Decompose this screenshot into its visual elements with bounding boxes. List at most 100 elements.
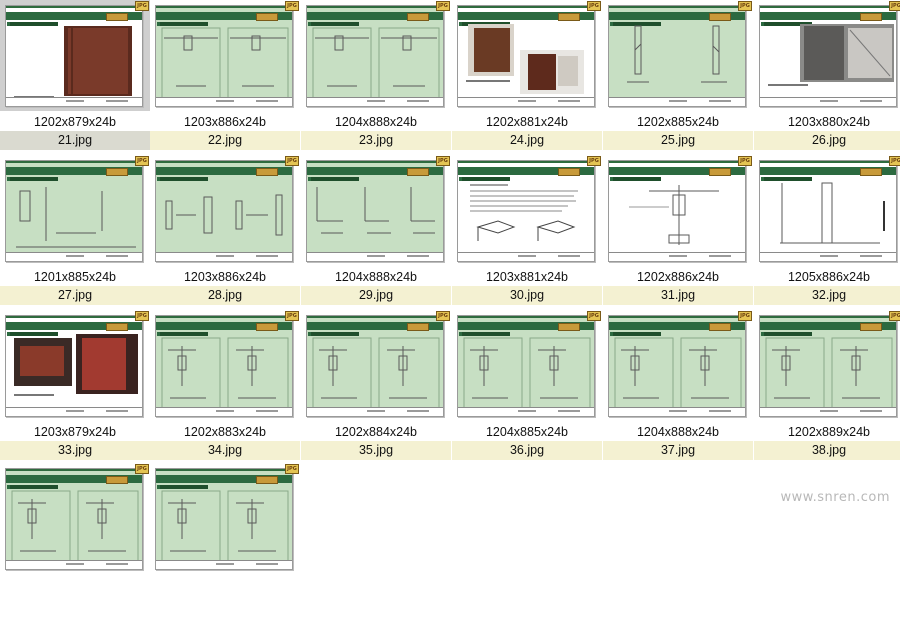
slide-preview <box>5 315 143 417</box>
image-dimensions: 1202x881x24b <box>485 115 569 129</box>
thumbnail-item[interactable]: JPG <box>150 463 300 618</box>
image-dimensions: 1202x889x24b <box>787 425 871 439</box>
image-dimensions: 1204x888x24b <box>334 115 418 129</box>
image-dimensions: 1204x885x24b <box>485 425 569 439</box>
file-name: 35.jpg <box>301 441 451 460</box>
slide-preview <box>155 315 293 417</box>
thumbnail-item[interactable]: JPG 1204x885x24b 36.jpg <box>452 310 602 465</box>
file-name: 21.jpg <box>0 131 150 150</box>
image-dimensions: 1204x888x24b <box>334 270 418 284</box>
thumbnail-item[interactable]: JPG 1204x888x24b 29.jpg <box>301 155 451 310</box>
slide-preview <box>5 5 143 107</box>
image-dimensions: 1202x884x24b <box>334 425 418 439</box>
thumbnail-image-area[interactable]: JPG <box>150 463 300 574</box>
jpg-file-icon: JPG <box>738 156 752 166</box>
file-name: 23.jpg <box>301 131 451 150</box>
thumbnail-image-area[interactable]: JPG <box>0 310 150 421</box>
thumbnail-image-area[interactable]: JPG <box>0 463 150 574</box>
thumbnail-image-area[interactable]: JPG <box>0 0 150 111</box>
jpg-file-icon: JPG <box>587 156 601 166</box>
thumbnail-image-area[interactable]: JPG <box>452 0 602 111</box>
thumbnail-image-area[interactable]: JPG <box>150 155 300 266</box>
jpg-file-icon: JPG <box>135 1 149 11</box>
thumbnail-image-area[interactable]: JPG <box>754 155 900 266</box>
thumbnail-image-area[interactable]: JPG <box>452 310 602 421</box>
file-name: 25.jpg <box>603 131 753 150</box>
file-name: 24.jpg <box>452 131 602 150</box>
thumbnail-image-area[interactable]: JPG <box>150 310 300 421</box>
slide-preview <box>155 468 293 570</box>
image-dimensions: 1202x879x24b <box>33 115 117 129</box>
file-name: 34.jpg <box>150 441 300 460</box>
thumbnail-image-area[interactable]: JPG <box>301 310 451 421</box>
thumbnail-item[interactable]: JPG 1203x886x24b 22.jpg <box>150 0 300 155</box>
file-name: 29.jpg <box>301 286 451 305</box>
thumbnail-item[interactable]: JPG 1202x879x24b 21.jpg <box>0 0 150 155</box>
jpg-file-icon: JPG <box>285 156 299 166</box>
thumbnail-image-area[interactable]: JPG <box>603 0 753 111</box>
thumbnail-item[interactable]: JPG 1202x883x24b 34.jpg <box>150 310 300 465</box>
jpg-file-icon: JPG <box>436 311 450 321</box>
slide-preview <box>608 5 746 107</box>
slide-preview <box>759 315 897 417</box>
thumbnail-item[interactable]: JPG 1202x881x24b 24.jpg <box>452 0 602 155</box>
jpg-file-icon: JPG <box>889 1 900 11</box>
thumbnail-image-area[interactable]: JPG <box>754 0 900 111</box>
image-dimensions: 1204x888x24b <box>636 425 720 439</box>
image-dimensions: 1201x885x24b <box>33 270 117 284</box>
thumbnail-item[interactable]: JPG 1203x881x24b 30.jpg <box>452 155 602 310</box>
jpg-file-icon: JPG <box>889 156 900 166</box>
thumbnail-image-area[interactable]: JPG <box>0 155 150 266</box>
thumbnail-image-area[interactable]: JPG <box>452 155 602 266</box>
jpg-file-icon: JPG <box>738 1 752 11</box>
watermark: www.snren.com <box>780 490 890 505</box>
slide-preview <box>457 5 595 107</box>
thumbnail-image-area[interactable]: JPG <box>603 310 753 421</box>
slide-preview <box>155 5 293 107</box>
slide-preview <box>306 5 444 107</box>
jpg-file-icon: JPG <box>889 311 900 321</box>
thumbnail-item[interactable]: JPG 1201x885x24b 27.jpg <box>0 155 150 310</box>
slide-preview <box>759 5 897 107</box>
thumbnail-item[interactable]: JPG 1202x889x24b 38.jpg <box>754 310 900 465</box>
thumbnail-image-area[interactable]: JPG <box>150 0 300 111</box>
file-name: 33.jpg <box>0 441 150 460</box>
thumbnail-item[interactable]: JPG 1202x885x24b 25.jpg <box>603 0 753 155</box>
file-name: 38.jpg <box>754 441 900 460</box>
thumbnail-item[interactable]: JPG 1202x886x24b 31.jpg <box>603 155 753 310</box>
image-dimensions: 1202x883x24b <box>183 425 267 439</box>
thumbnail-item[interactable]: JPG 1203x880x24b 26.jpg <box>754 0 900 155</box>
jpg-file-icon: JPG <box>135 311 149 321</box>
thumbnail-item[interactable]: JPG 1204x888x24b 37.jpg <box>603 310 753 465</box>
file-name: 22.jpg <box>150 131 300 150</box>
thumbnail-image-area[interactable]: JPG <box>301 155 451 266</box>
jpg-file-icon: JPG <box>436 1 450 11</box>
thumbnail-item[interactable]: JPG 1202x884x24b 35.jpg <box>301 310 451 465</box>
thumbnail-grid: JPG 1202x879x24b 21.jpg JPG 1203x886x24b 22.… <box>0 0 900 570</box>
image-dimensions: 1202x885x24b <box>636 115 720 129</box>
jpg-file-icon: JPG <box>285 311 299 321</box>
file-name: 36.jpg <box>452 441 602 460</box>
jpg-file-icon: JPG <box>135 464 149 474</box>
thumbnail-image-area[interactable]: JPG <box>603 155 753 266</box>
file-name: 32.jpg <box>754 286 900 305</box>
thumbnail-item[interactable]: JPG 1203x886x24b 28.jpg <box>150 155 300 310</box>
slide-preview <box>306 315 444 417</box>
thumbnail-image-area[interactable]: JPG <box>754 310 900 421</box>
slide-preview <box>457 315 595 417</box>
image-dimensions: 1203x880x24b <box>787 115 871 129</box>
thumbnail-item[interactable]: JPG 1203x879x24b 33.jpg <box>0 310 150 465</box>
file-name: 31.jpg <box>603 286 753 305</box>
image-dimensions: 1203x886x24b <box>183 270 267 284</box>
slide-preview <box>608 160 746 262</box>
thumbnail-item[interactable]: JPG 1204x888x24b 23.jpg <box>301 0 451 155</box>
thumbnail-item[interactable]: JPG 1205x886x24b 32.jpg <box>754 155 900 310</box>
image-dimensions: 1203x886x24b <box>183 115 267 129</box>
jpg-file-icon: JPG <box>285 1 299 11</box>
jpg-file-icon: JPG <box>285 464 299 474</box>
slide-preview <box>457 160 595 262</box>
slide-preview <box>5 468 143 570</box>
thumbnail-image-area[interactable]: JPG <box>301 0 451 111</box>
thumbnail-item[interactable]: JPG <box>0 463 150 618</box>
file-name: 26.jpg <box>754 131 900 150</box>
